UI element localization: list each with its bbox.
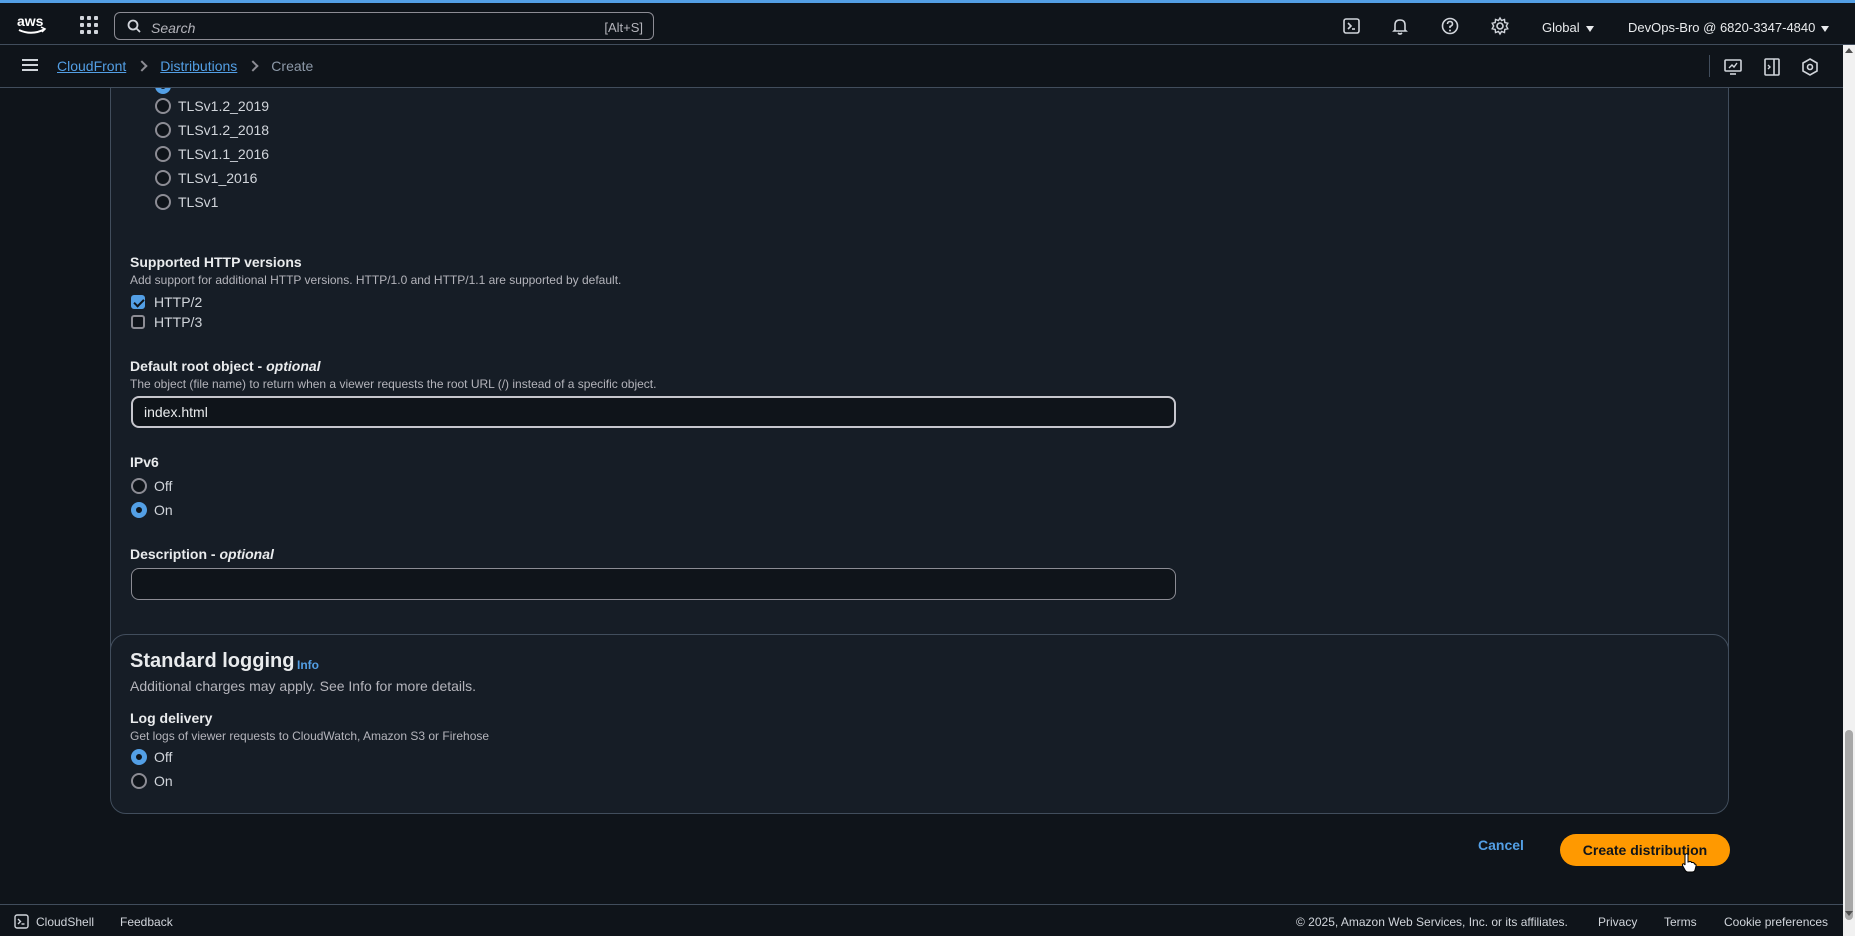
footer-terms[interactable]: Terms [1664, 915, 1697, 929]
gear-icon[interactable] [1490, 16, 1510, 36]
standard-logging-description: Additional charges may apply. See Info f… [130, 678, 477, 694]
scroll-up-arrow[interactable] [1845, 48, 1853, 53]
breadcrumb-current: Create [271, 58, 314, 74]
settings-hexagon-icon[interactable] [1800, 57, 1820, 77]
standard-logging-panel [110, 634, 1729, 814]
http2-label: HTTP/2 [154, 294, 203, 310]
ipv6-label: IPv6 [130, 454, 159, 470]
http3-label: HTTP/3 [154, 314, 203, 330]
breadcrumb: CloudFront Distributions Create [57, 58, 313, 74]
log-delivery-off-radio[interactable] [131, 749, 147, 765]
cloudshell-icon[interactable] [14, 914, 29, 929]
ipv6-off-label: Off [154, 478, 173, 494]
top-navigation: aws Search [Alt+S] Global DevOps-Bro @ 6… [0, 0, 1855, 45]
scroll-down-arrow[interactable] [1845, 911, 1853, 916]
search-icon [127, 19, 141, 33]
standard-logging-title: Standard logging [130, 650, 295, 672]
bell-icon[interactable] [1390, 16, 1410, 36]
footer-copyright: © 2025, Amazon Web Services, Inc. or its… [1296, 915, 1568, 929]
optional-tag: optional [219, 546, 274, 562]
security-policy-option: TLSv1_2016 [178, 170, 258, 186]
chevron-right-icon [136, 60, 148, 72]
info-link[interactable]: Info [297, 658, 319, 672]
account-menu[interactable]: DevOps-Bro @ 6820-3347-4840 [1628, 20, 1830, 35]
scrollbar[interactable] [1843, 45, 1855, 936]
security-policy-radio[interactable] [155, 146, 171, 162]
breadcrumb-bar: CloudFront Distributions Create [0, 45, 1843, 88]
log-delivery-off-label: Off [154, 749, 173, 765]
search-shortcut: [Alt+S] [604, 20, 643, 35]
create-distribution-button[interactable]: Create distribution [1560, 834, 1730, 866]
menu-icon[interactable] [22, 59, 38, 71]
footer-cloudshell[interactable]: CloudShell [36, 915, 94, 929]
breadcrumb-distributions[interactable]: Distributions [160, 58, 237, 74]
monitor-icon[interactable] [1723, 57, 1743, 77]
footer: CloudShell Feedback © 2025, Amazon Web S… [0, 904, 1843, 936]
search-placeholder: Search [151, 20, 196, 36]
help-icon[interactable] [1440, 16, 1460, 36]
security-policy-option: TLSv1 [178, 194, 219, 210]
breadcrumb-cloudfront[interactable]: CloudFront [57, 58, 126, 74]
caret-down-icon [1821, 25, 1830, 32]
ipv6-on-label: On [154, 502, 173, 518]
description-input[interactable] [131, 568, 1176, 600]
panel-icon[interactable] [1762, 57, 1782, 77]
aws-logo[interactable]: aws [16, 13, 48, 37]
footer-privacy[interactable]: Privacy [1598, 915, 1637, 929]
security-policy-radio[interactable] [155, 194, 171, 210]
log-delivery-on-label: On [154, 773, 173, 789]
security-policy-option: TLSv1.2_2018 [178, 122, 270, 138]
root-object-description: The object (file name) to return when a … [130, 377, 657, 391]
cloudshell-icon[interactable] [1342, 16, 1362, 36]
log-delivery-description: Get logs of viewer requests to CloudWatc… [130, 729, 490, 743]
security-policy-option: TLSv1.2_2019 [178, 98, 270, 114]
scroll-thumb[interactable] [1845, 730, 1853, 920]
search-input[interactable]: Search [Alt+S] [114, 12, 654, 40]
log-delivery-label: Log delivery [130, 710, 213, 726]
hand-cursor-icon [1681, 853, 1697, 873]
apps-grid-icon[interactable] [80, 16, 98, 34]
main-content: TLSv1.2_2019 TLSv1.2_2018 TLSv1.1_2016 T… [0, 88, 1843, 904]
chevron-right-icon [247, 60, 259, 72]
region-selector[interactable]: Global [1542, 20, 1594, 35]
http2-checkbox[interactable] [131, 295, 145, 309]
divider [1709, 55, 1710, 77]
svg-text:aws: aws [17, 13, 44, 29]
root-object-input[interactable] [131, 396, 1176, 428]
description-label: Description - optional [130, 546, 274, 562]
security-policy-option: TLSv1.1_2016 [178, 146, 270, 162]
http-versions-label: Supported HTTP versions [130, 254, 302, 270]
optional-tag: optional [266, 358, 321, 374]
security-policy-radio[interactable] [155, 122, 171, 138]
ipv6-on-radio[interactable] [131, 502, 147, 518]
footer-cookie-preferences[interactable]: Cookie preferences [1724, 915, 1828, 929]
footer-feedback[interactable]: Feedback [120, 915, 173, 929]
cancel-button[interactable]: Cancel [1468, 833, 1534, 857]
http-versions-description: Add support for additional HTTP versions… [130, 273, 622, 287]
ipv6-off-radio[interactable] [131, 478, 147, 494]
security-policy-radio[interactable] [155, 98, 171, 114]
root-object-label: Default root object - optional [130, 358, 321, 374]
http3-checkbox[interactable] [131, 315, 145, 329]
security-policy-radio[interactable] [155, 170, 171, 186]
caret-down-icon [1585, 25, 1594, 32]
log-delivery-on-radio[interactable] [131, 773, 147, 789]
